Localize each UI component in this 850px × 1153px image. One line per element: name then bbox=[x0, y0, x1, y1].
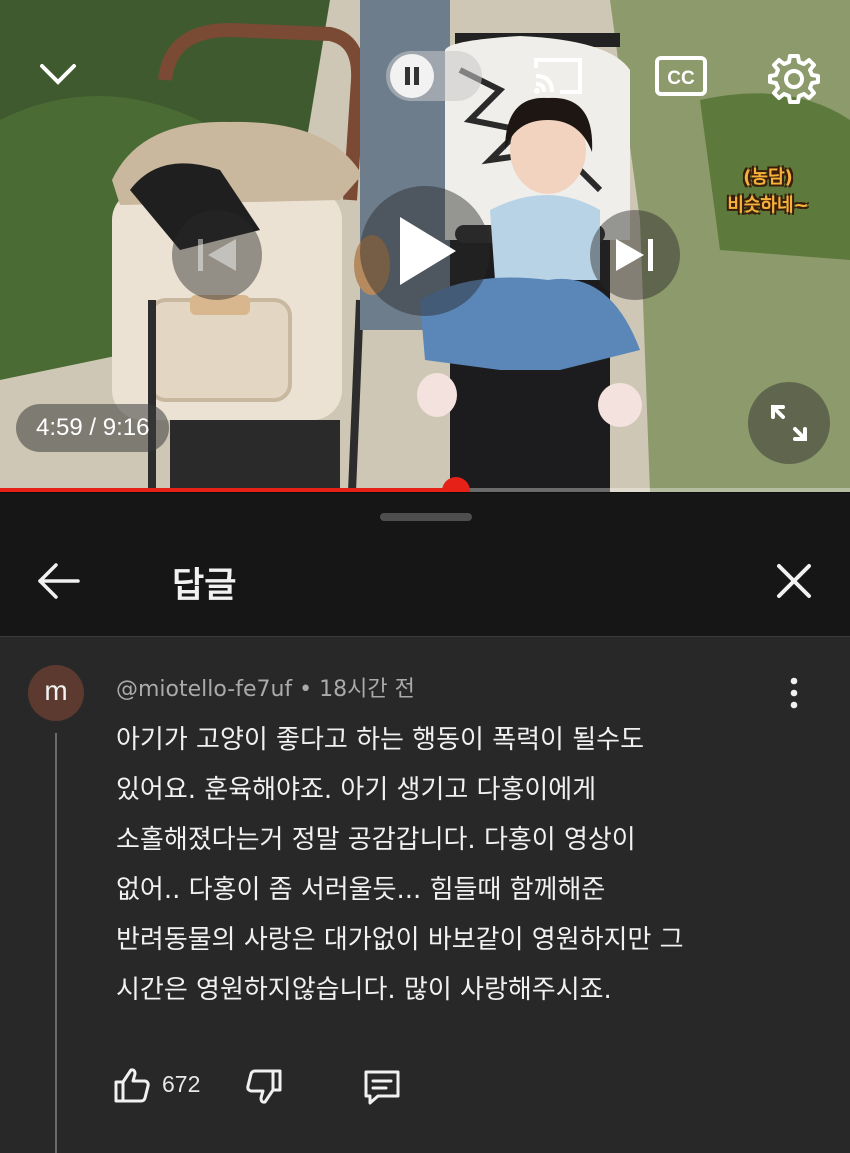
panel-header: 답글 bbox=[0, 533, 850, 637]
comment-line: 반려동물의 사랑은 대가없이 바보같이 영원하지만 그 bbox=[116, 925, 684, 955]
skip-previous-icon bbox=[198, 239, 236, 271]
fullscreen-expand-icon bbox=[771, 405, 807, 441]
play-icon bbox=[400, 217, 456, 285]
comment-actions: 672 bbox=[112, 1061, 532, 1109]
back-button[interactable] bbox=[30, 555, 86, 607]
progress-played bbox=[0, 488, 457, 492]
comment-line: 시간은 영원하지않습니다. 많이 사랑해주시죠. bbox=[116, 975, 612, 1005]
thread-line bbox=[55, 733, 57, 1153]
reply-comment-icon bbox=[364, 1070, 400, 1105]
autoplay-toggle[interactable] bbox=[386, 51, 482, 101]
comment-line: 있어요. 훈육해야죠. 아기 생기고 다홍이에게 bbox=[116, 775, 597, 805]
replies-panel: 답글 m @miotello-fe7uf • 18시간 전 아기가 고양이 좋다… bbox=[0, 493, 850, 1153]
close-button[interactable] bbox=[770, 557, 818, 605]
thumbs-up-icon bbox=[114, 1068, 150, 1103]
arrow-left-icon bbox=[38, 563, 80, 599]
more-vertical-icon bbox=[790, 677, 798, 709]
time-display: 4:59 / 9:16 bbox=[16, 404, 170, 452]
cast-icon[interactable] bbox=[528, 52, 588, 100]
next-video-button[interactable] bbox=[590, 210, 680, 300]
captions-icon[interactable]: CC bbox=[652, 52, 710, 100]
dislike-button[interactable] bbox=[244, 1067, 284, 1107]
avatar[interactable]: m bbox=[28, 665, 84, 721]
previous-video-button[interactable] bbox=[172, 210, 262, 300]
thumbs-down-icon bbox=[246, 1069, 282, 1104]
minimize-chevron-icon[interactable] bbox=[34, 52, 82, 96]
comment-text: 아기가 고양이 좋다고 하는 행동이 폭력이 될수도 있어요. 훈육해야죠. 아… bbox=[116, 715, 796, 1015]
play-button[interactable] bbox=[360, 186, 490, 316]
comment-line: 아기가 고양이 좋다고 하는 행동이 폭력이 될수도 bbox=[116, 725, 644, 755]
comment-author[interactable]: @miotello-fe7uf bbox=[116, 677, 292, 702]
more-options-button[interactable] bbox=[778, 673, 810, 713]
progress-bar[interactable] bbox=[0, 477, 850, 492]
like-count: 672 bbox=[162, 1071, 201, 1097]
comment-meta: @miotello-fe7uf • 18시간 전 bbox=[116, 671, 415, 703]
meta-separator: • bbox=[292, 677, 320, 702]
comment-line: 소홀해졌다는거 정말 공감갑니다. 다홍이 영상이 bbox=[116, 825, 636, 855]
parent-comment: m @miotello-fe7uf • 18시간 전 아기가 고양이 좋다고 하… bbox=[0, 637, 850, 1153]
reply-button[interactable] bbox=[360, 1067, 404, 1107]
panel-title: 답글 bbox=[172, 566, 237, 606]
video-caption: (농담) 비슷하네~ bbox=[727, 167, 809, 216]
like-button[interactable] bbox=[112, 1065, 152, 1105]
settings-gear-icon[interactable] bbox=[766, 50, 822, 106]
close-icon bbox=[777, 564, 811, 598]
fullscreen-button[interactable] bbox=[748, 382, 830, 464]
video-player[interactable]: CC (농담) 비슷하네~ 4:59 / 9:16 bbox=[0, 0, 850, 492]
drag-handle[interactable] bbox=[380, 513, 472, 521]
comment-line: 없어.. 다홍이 좀 서러울듯... 힘들때 함께해준 bbox=[116, 875, 606, 905]
autoplay-pause-icon bbox=[390, 54, 434, 98]
comment-time: 18시간 전 bbox=[319, 677, 415, 702]
svg-text:CC: CC bbox=[667, 68, 695, 89]
skip-next-icon bbox=[616, 239, 653, 271]
